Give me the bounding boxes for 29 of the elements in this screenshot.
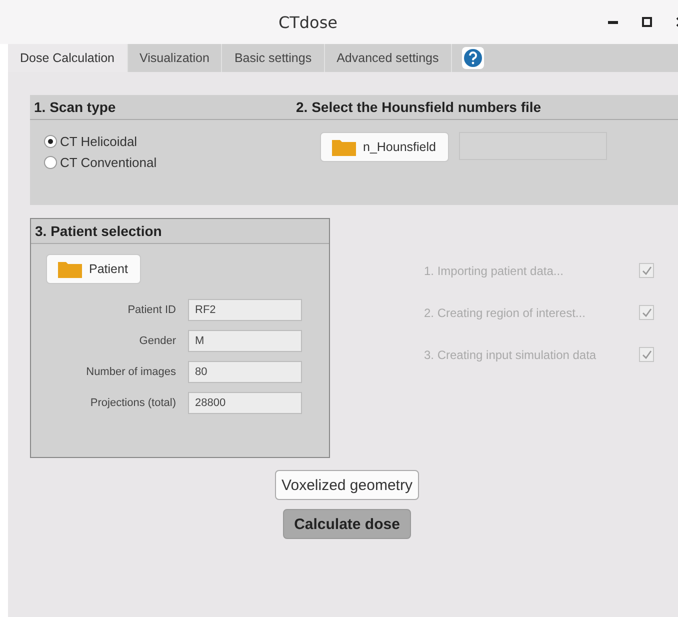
input-field[interactable]: 80 bbox=[188, 361, 302, 383]
radio-label: CT Conventional bbox=[60, 155, 157, 170]
voxelized-geometry-button[interactable]: Voxelized geometry bbox=[274, 470, 420, 500]
step-label: 1. Importing patient data... bbox=[424, 264, 564, 278]
maximize-icon[interactable] bbox=[642, 17, 652, 27]
patient-button[interactable]: Patient bbox=[46, 254, 141, 284]
radio-button[interactable] bbox=[44, 156, 57, 169]
calculate-dose-button[interactable]: Calculate dose bbox=[283, 509, 411, 539]
section-title: 3. Patient selection bbox=[34, 223, 162, 239]
step-label: 2. Creating region of interest... bbox=[424, 306, 586, 320]
field-label: Number of images bbox=[85, 366, 176, 378]
field-label: Projections (total) bbox=[89, 397, 176, 409]
step-label: 3. Creating input simulation data bbox=[424, 348, 598, 362]
minimize-icon[interactable] bbox=[608, 20, 618, 24]
radio-button[interactable] bbox=[44, 135, 57, 148]
section-title: 1. Scan type bbox=[33, 99, 117, 115]
folder-icon bbox=[331, 137, 357, 157]
field-label: Gender bbox=[138, 335, 176, 347]
section-title: 2. Select the Hounsfield numbers file bbox=[295, 99, 542, 115]
folder-icon bbox=[57, 259, 83, 279]
field-label: Patient ID bbox=[126, 304, 176, 316]
input-field[interactable]: M bbox=[188, 330, 302, 352]
window-title: CTdose bbox=[277, 12, 339, 32]
help-icon[interactable] bbox=[462, 47, 484, 69]
input-field[interactable]: RF2 bbox=[188, 299, 302, 321]
file-button[interactable]: n_Hounsfield bbox=[320, 132, 449, 162]
input-field[interactable]: 28800 bbox=[188, 392, 302, 414]
tab[interactable]: Dose Calculation bbox=[8, 44, 128, 72]
radio-label: CT Helicoidal bbox=[60, 134, 138, 149]
